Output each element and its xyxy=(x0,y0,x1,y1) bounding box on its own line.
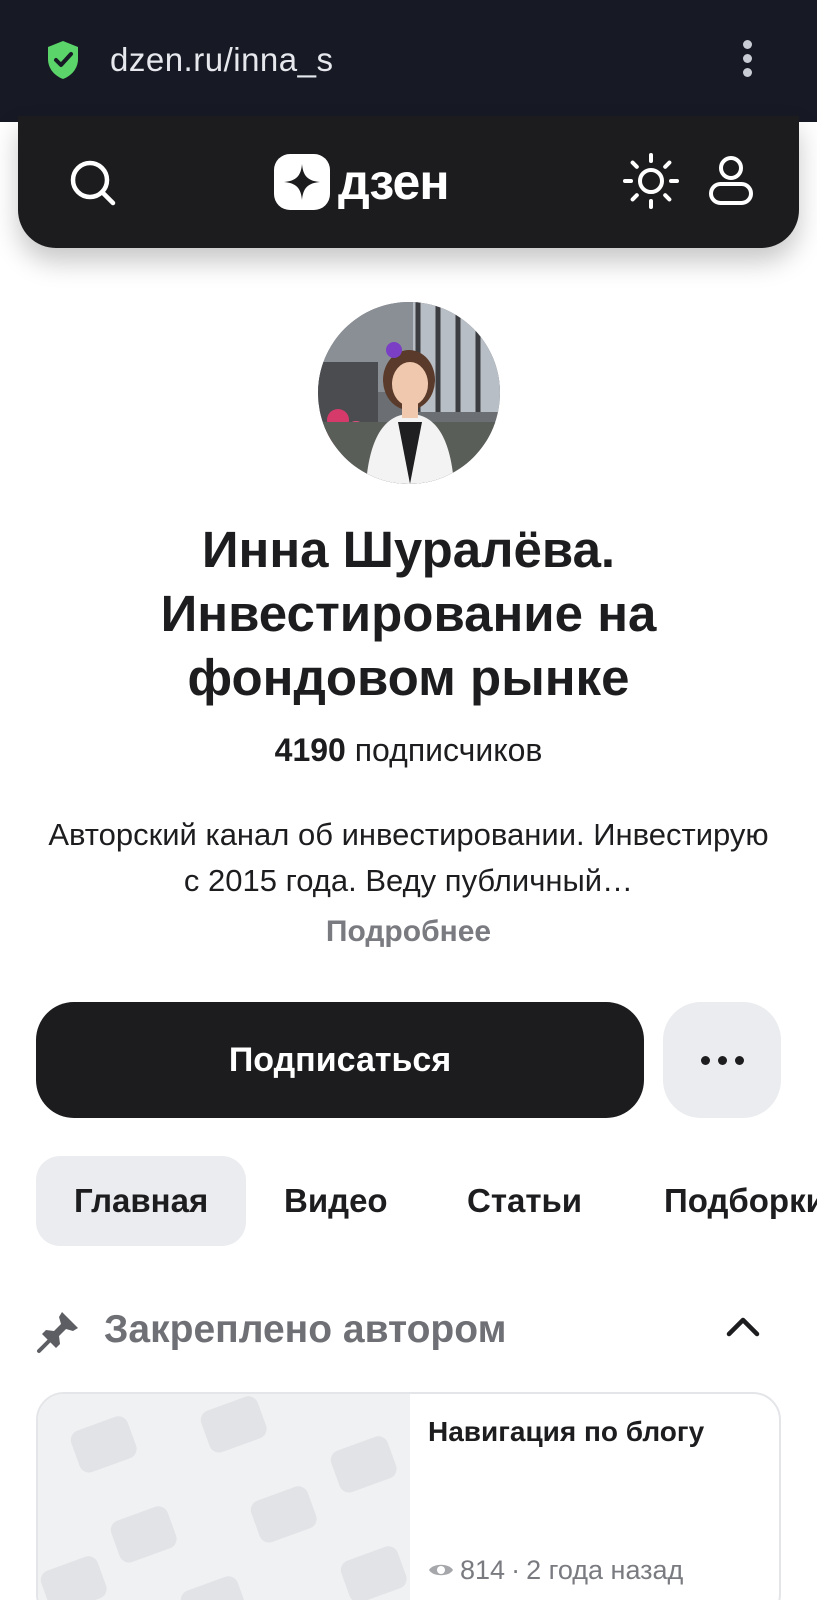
ellipsis-icon xyxy=(700,1055,710,1065)
tab-articles[interactable]: Статьи xyxy=(467,1156,582,1246)
pinned-card[interactable]: Навигация по блогу 814 · 2 года назад xyxy=(36,1392,781,1600)
channel-title: Инна Шуралёва. Инвестирование на фондово… xyxy=(160,521,657,706)
card-views: 814 xyxy=(460,1555,506,1585)
subscribers-count: 4190 xyxy=(274,732,346,768)
tab-collections[interactable]: Подборки xyxy=(664,1156,817,1246)
more-options-button[interactable] xyxy=(663,1002,781,1118)
search-icon[interactable] xyxy=(66,156,120,210)
pinned-title: Закреплено автором xyxy=(104,1308,507,1351)
channel-avatar[interactable] xyxy=(318,302,500,484)
card-time: 2 года назад xyxy=(526,1555,684,1585)
more-link[interactable]: Подробнее xyxy=(0,912,817,952)
chevron-up-icon[interactable] xyxy=(725,1314,761,1338)
url-field[interactable]: dzen.ru/inna_s xyxy=(110,40,333,80)
card-thumbnail xyxy=(38,1394,410,1600)
subscribe-button[interactable]: Подписаться xyxy=(36,1002,644,1118)
eye-icon xyxy=(429,1564,453,1576)
browser-address-bar: dzen.ru/inna_s xyxy=(0,0,817,122)
subscribers-line: 4190 подписчиков xyxy=(0,730,817,770)
tab-main[interactable]: Главная xyxy=(36,1156,247,1246)
channel-tabs: Главная Видео Статьи Подборки xyxy=(36,1156,817,1246)
user-icon[interactable] xyxy=(708,154,754,206)
subscribers-label: подписчиков xyxy=(354,732,543,768)
card-meta: 814 · 2 года назад xyxy=(428,1552,683,1588)
site-header: дзен xyxy=(18,116,799,248)
dzen-logo[interactable]: дзен xyxy=(274,152,474,212)
shield-check-icon xyxy=(48,41,78,79)
pin-icon xyxy=(37,1312,78,1353)
sun-icon[interactable] xyxy=(622,152,680,210)
meta-separator: · xyxy=(511,1555,521,1585)
logo-text: дзен xyxy=(338,154,450,210)
dzen-star-icon xyxy=(274,154,330,210)
kebab-icon[interactable] xyxy=(740,40,754,80)
card-title: Навигация по блогу xyxy=(428,1416,705,1447)
channel-description: Авторский канал об инвестировании. Инвес… xyxy=(48,817,769,898)
pinned-section-header: Закреплено автором xyxy=(36,1300,781,1360)
tab-video[interactable]: Видео xyxy=(284,1156,388,1246)
